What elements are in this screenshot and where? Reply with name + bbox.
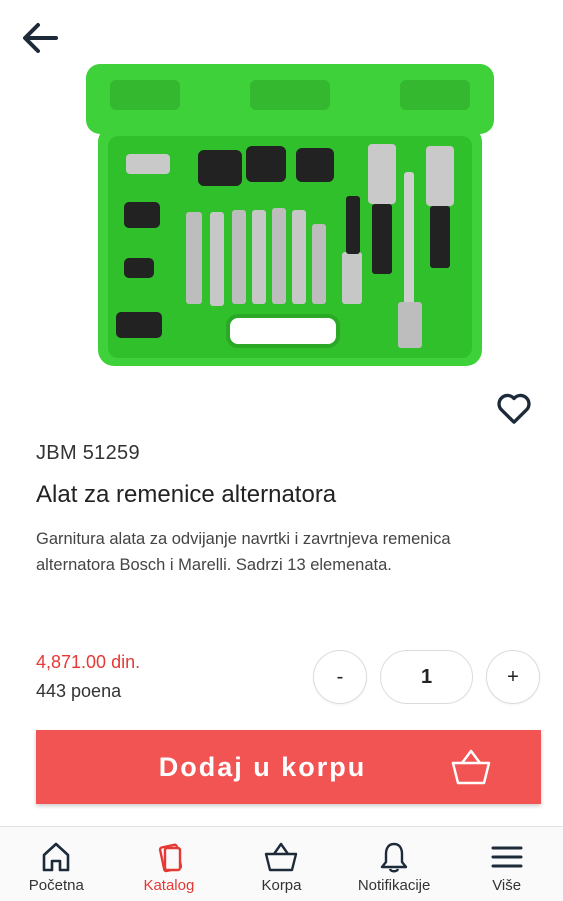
product-price: 4,871.00 din.	[36, 652, 141, 672]
back-button[interactable]	[18, 18, 62, 58]
nav-item-catalog[interactable]: Katalog	[113, 827, 226, 901]
heart-outline-icon	[497, 393, 531, 424]
nav-label-notifications: Notifikacije	[357, 877, 431, 894]
basket-icon	[265, 842, 298, 872]
arrow-left-icon	[23, 23, 58, 53]
quantity-increase-button[interactable]: +	[486, 650, 540, 704]
nav-item-cart[interactable]: Korpa	[225, 827, 338, 901]
favorite-button[interactable]	[494, 388, 534, 428]
add-to-cart-button[interactable]: Dodaj u korpu	[36, 730, 541, 804]
nav-item-more[interactable]: Više	[450, 827, 563, 901]
nav-item-notifications[interactable]: Notifikacije	[338, 827, 451, 901]
nav-label-cart: Korpa	[261, 877, 302, 894]
quantity-input[interactable]: 1	[380, 650, 473, 704]
nav-label-home: Početna	[28, 877, 84, 894]
product-description: Garnitura alata za odvijanje navrtki i z…	[36, 530, 451, 574]
nav-item-home[interactable]: Početna	[0, 827, 113, 901]
product-points: 443 poena	[36, 681, 122, 701]
product-title: Alat za remenice alternatora	[36, 481, 337, 508]
product-image	[80, 62, 500, 370]
home-icon	[42, 842, 70, 872]
add-to-cart-label: Dodaj u korpu	[158, 751, 367, 782]
nav-label-more: Više	[492, 877, 522, 894]
nav-label-catalog: Katalog	[143, 877, 195, 894]
menu-icon	[491, 846, 523, 868]
quantity-decrease-button[interactable]: -	[313, 650, 367, 704]
catalog-icon	[158, 843, 183, 873]
bottom-navigation: Početna Katalog Korpa Notifikacije Više	[0, 826, 563, 901]
product-sku: JBM 51259	[36, 442, 140, 464]
bell-icon	[380, 842, 408, 873]
basket-icon	[451, 749, 491, 785]
